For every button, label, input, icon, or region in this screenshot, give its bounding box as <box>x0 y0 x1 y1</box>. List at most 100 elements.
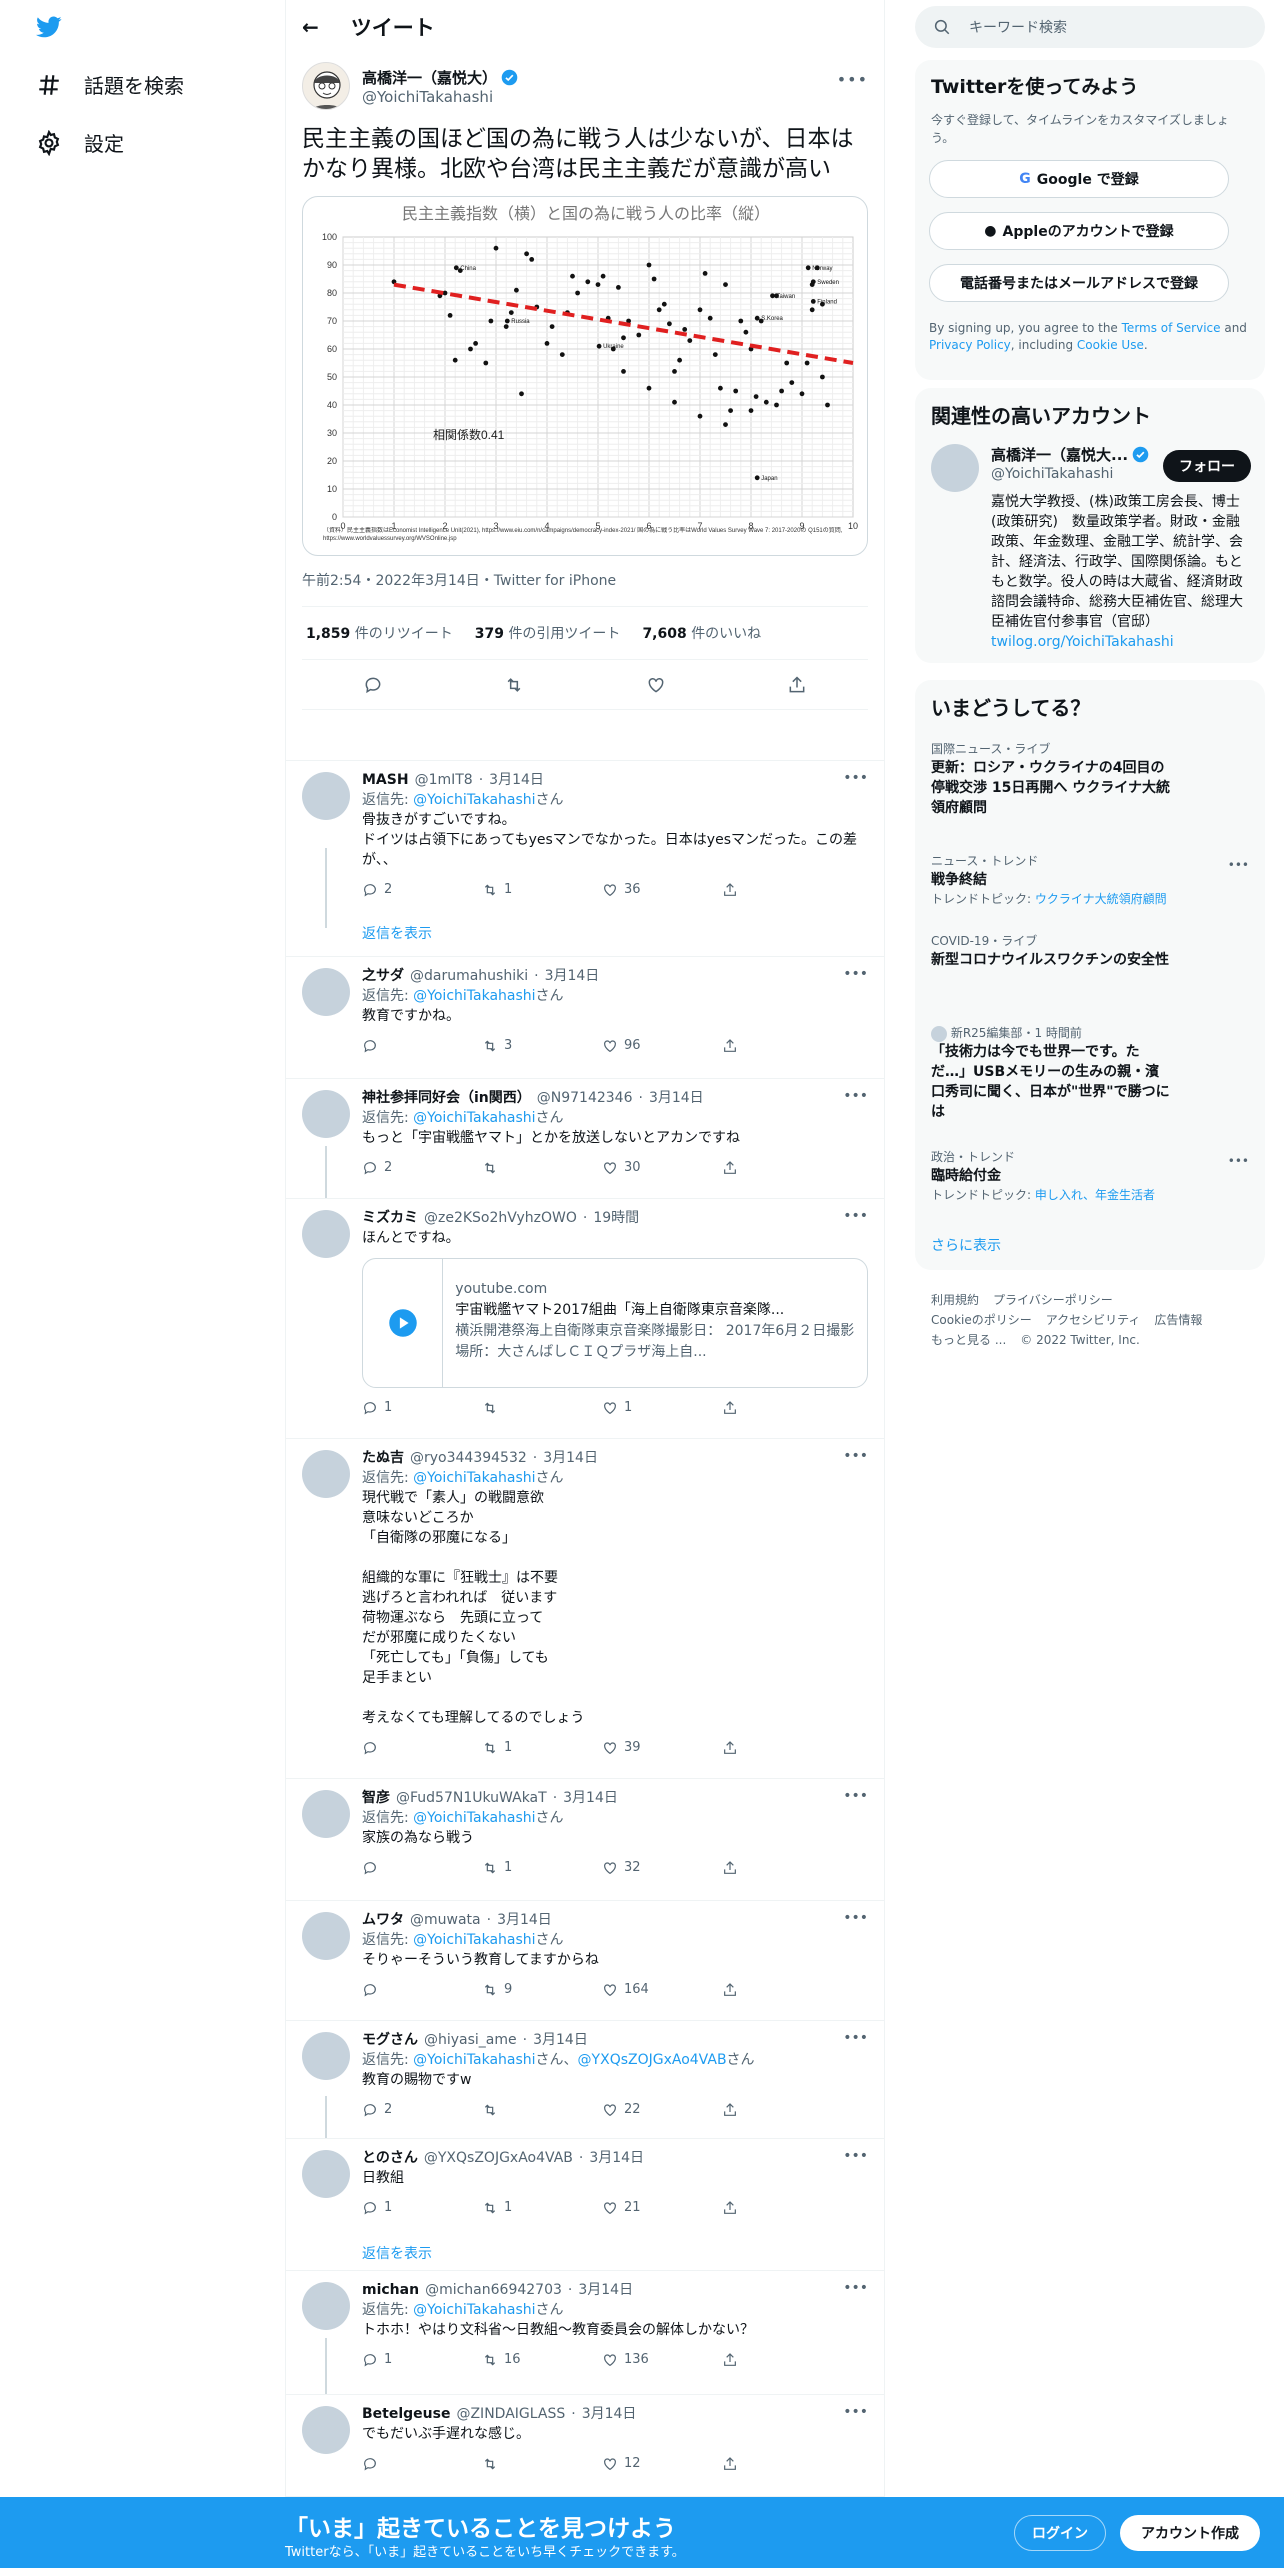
nav-explore[interactable]: 話題を検索 <box>36 70 184 99</box>
author-name[interactable]: 高橋洋一（嘉悦大） <box>362 67 497 88</box>
reply-author-name[interactable]: とのさん <box>362 2148 418 2168</box>
reply-tweet[interactable]: ••• とのさん @YXQsZOJGxAo4VAB · 3月14日 日教組 1 1 21 <box>286 2138 884 2215</box>
reply-to-handle[interactable]: @YoichiTakahashi <box>413 2052 535 2068</box>
reply-button[interactable] <box>362 1858 432 1878</box>
avatar[interactable] <box>302 772 350 820</box>
terms-link[interactable]: Terms of Service <box>1122 321 1221 335</box>
twitter-logo-icon[interactable] <box>34 14 64 40</box>
reply-to-handle[interactable]: @YoichiTakahashi <box>413 792 535 808</box>
retweet-button[interactable]: 1 <box>482 880 552 900</box>
follow-button[interactable]: フォロー <box>1163 450 1251 482</box>
reply-button[interactable]: 2 <box>362 880 432 900</box>
see-more-link[interactable]: さらに表示 <box>931 1235 1001 1255</box>
trend-item[interactable]: 政治・トレンド 臨時給付金 トレンドトピック: 申し入れ、年金生活者 ••• <box>931 1148 1249 1204</box>
apple-signup-button[interactable]: ● Appleのアカウントで登録 <box>929 212 1229 250</box>
tweet-image-chart[interactable]: 民主主義指数（横）と国の為に戦う人の比率（縦） 0 1 2 3 4 5 6 7 8 9 10 0 10 2… <box>302 196 868 556</box>
avatar[interactable] <box>302 1090 350 1138</box>
retweet-icon[interactable] <box>504 675 524 695</box>
retweet-button[interactable] <box>482 2454 552 2474</box>
phone-signup-button[interactable]: 電話番号またはメールアドレスで登録 <box>929 264 1229 302</box>
like-button[interactable]: 136 <box>602 2350 672 2370</box>
reply-to-handle[interactable]: @YoichiTakahashi <box>413 988 535 1004</box>
retweet-button[interactable]: 3 <box>482 1036 552 1056</box>
share-button[interactable] <box>722 880 792 900</box>
reply-date[interactable]: 3月14日 <box>543 1448 598 1468</box>
trend-topic[interactable]: 申し入れ、年金生活者 <box>1035 1188 1155 1202</box>
more-options-icon[interactable]: ••• <box>837 70 868 89</box>
reply-date[interactable]: 3月14日 <box>589 2148 644 2168</box>
reply-tweet[interactable]: ••• 之サダ @darumahushiki · 3月14日 返信先: @YoichiTa… <box>286 956 884 1053</box>
footer-link[interactable]: Cookieのポリシー <box>931 1313 1032 1327</box>
like-button[interactable]: 164 <box>602 1980 672 2000</box>
reply-tweet[interactable]: ••• Betelgeuse @ZINDAIGLASS · 3月14日 でもだいぶ手遅れな… <box>286 2394 884 2471</box>
reply-tweet[interactable]: ••• ムワタ @muwata · 3月14日 返信先: @YoichiTakahashi… <box>286 1900 884 1997</box>
more-options-icon[interactable]: ••• <box>1228 1152 1249 1170</box>
trend-item[interactable]: 新R25編集部・1 時間前 「技術力は今でも世界一です。ただ…」USBメモリーの生… <box>931 1024 1249 1122</box>
reply-button[interactable]: 1 <box>362 2198 432 2218</box>
google-signup-button[interactable]: G Google で登録 <box>929 160 1229 198</box>
footer-link[interactable]: プライバシーポリシー <box>993 1293 1113 1307</box>
reply-date[interactable]: 3月14日 <box>497 1910 552 1930</box>
avatar[interactable] <box>302 2282 350 2330</box>
trend-item[interactable]: COVID-19・ライブ 新型コロナウイルスワクチンの安全性 <box>931 932 1249 970</box>
like-button[interactable]: 22 <box>602 2100 672 2120</box>
like-button[interactable]: 32 <box>602 1858 672 1878</box>
like-button[interactable]: 21 <box>602 2198 672 2218</box>
footer-link[interactable]: もっと見る ... <box>931 1333 1006 1347</box>
reply-to-handle[interactable]: @YoichiTakahashi <box>413 2302 535 2318</box>
reply-to-handle[interactable]: @YoichiTakahashi <box>413 1810 535 1826</box>
reply-button[interactable] <box>362 1036 432 1056</box>
retweet-button[interactable]: 1 <box>482 1858 552 1878</box>
reply-tweet[interactable]: ••• 神社参拝同好会（in関西） @N97142346 · 3月14日 返信先: @Yo… <box>286 1078 884 1175</box>
search-input[interactable]: キーワード検索 <box>969 17 1067 37</box>
reply-icon[interactable] <box>363 675 383 695</box>
quote-count-link[interactable]: 379 件の引用ツイート <box>475 623 621 643</box>
avatar[interactable] <box>302 62 350 110</box>
reply-author-name[interactable]: モグさん <box>362 2030 418 2050</box>
share-button[interactable] <box>722 2100 792 2120</box>
link-card[interactable]: youtube.com 宇宙戦艦ヤマト2017組曲「海上自衛隊東京音楽隊... 横浜… <box>362 1258 868 1388</box>
reply-date[interactable]: 3月14日 <box>563 1788 618 1808</box>
login-button[interactable]: ログイン <box>1014 2515 1106 2551</box>
reply-author-name[interactable]: 智彦 <box>362 1788 390 1808</box>
retweet-button[interactable]: 16 <box>482 2350 552 2370</box>
trend-topic[interactable]: ウクライナ大統領府顧問 <box>1035 892 1167 906</box>
reply-author-name[interactable]: ミズカミ <box>362 1208 418 1228</box>
related-bio-link[interactable]: twilog.org/YoichiTakahashi <box>991 634 1174 650</box>
cookie-link[interactable]: Cookie Use <box>1077 338 1144 352</box>
footer-link[interactable]: 利用規約 <box>931 1293 979 1307</box>
avatar[interactable] <box>302 1450 350 1498</box>
reply-button[interactable]: 2 <box>362 2100 432 2120</box>
reply-author-name[interactable]: 之サダ <box>362 966 404 986</box>
back-arrow-icon[interactable]: ← <box>302 15 319 39</box>
trend-item[interactable]: ニュース・トレンド 戦争終結 トレンドトピック: ウクライナ大統領府顧問 ••• <box>931 852 1249 908</box>
like-button[interactable]: 30 <box>602 1158 672 1178</box>
reply-button[interactable] <box>362 2454 432 2474</box>
reply-tweet[interactable]: ••• MASH @1mIT8 · 3月14日 返信先: @YoichiTakahashi… <box>286 760 884 897</box>
avatar[interactable] <box>302 2032 350 2080</box>
related-name[interactable]: 高橋洋一（嘉悦大... <box>991 444 1128 465</box>
reply-author-name[interactable]: 神社参拝同好会（in関西） <box>362 1088 531 1108</box>
reply-to-handle[interactable]: @YoichiTakahashi <box>413 1932 535 1948</box>
avatar[interactable] <box>302 1210 350 1258</box>
avatar[interactable] <box>302 2150 350 2198</box>
nav-settings[interactable]: 設定 <box>36 128 124 157</box>
reply-button[interactable]: 1 <box>362 2350 432 2370</box>
reply-date[interactable]: 3月14日 <box>533 2030 588 2050</box>
more-options-icon[interactable]: ••• <box>1228 856 1249 874</box>
reply-date[interactable]: 3月14日 <box>578 2280 633 2300</box>
show-replies-link[interactable]: 返信を表示 <box>362 2243 432 2263</box>
share-button[interactable] <box>722 1858 792 1878</box>
like-button[interactable]: 1 <box>602 1398 672 1418</box>
reply-author-name[interactable]: ムワタ <box>362 1910 404 1930</box>
share-button[interactable] <box>722 1980 792 2000</box>
signup-button[interactable]: アカウント作成 <box>1120 2515 1260 2551</box>
like-count-link[interactable]: 7,608 件のいいね <box>642 623 761 643</box>
related-avatar[interactable] <box>931 444 979 492</box>
reply-date[interactable]: 19時間 <box>593 1208 639 1228</box>
retweet-button[interactable] <box>482 2100 552 2120</box>
retweet-button[interactable] <box>482 1158 552 1178</box>
share-button[interactable] <box>722 1036 792 1056</box>
reply-to-handle[interactable]: @YoichiTakahashi <box>413 1110 535 1126</box>
like-button[interactable]: 36 <box>602 880 672 900</box>
